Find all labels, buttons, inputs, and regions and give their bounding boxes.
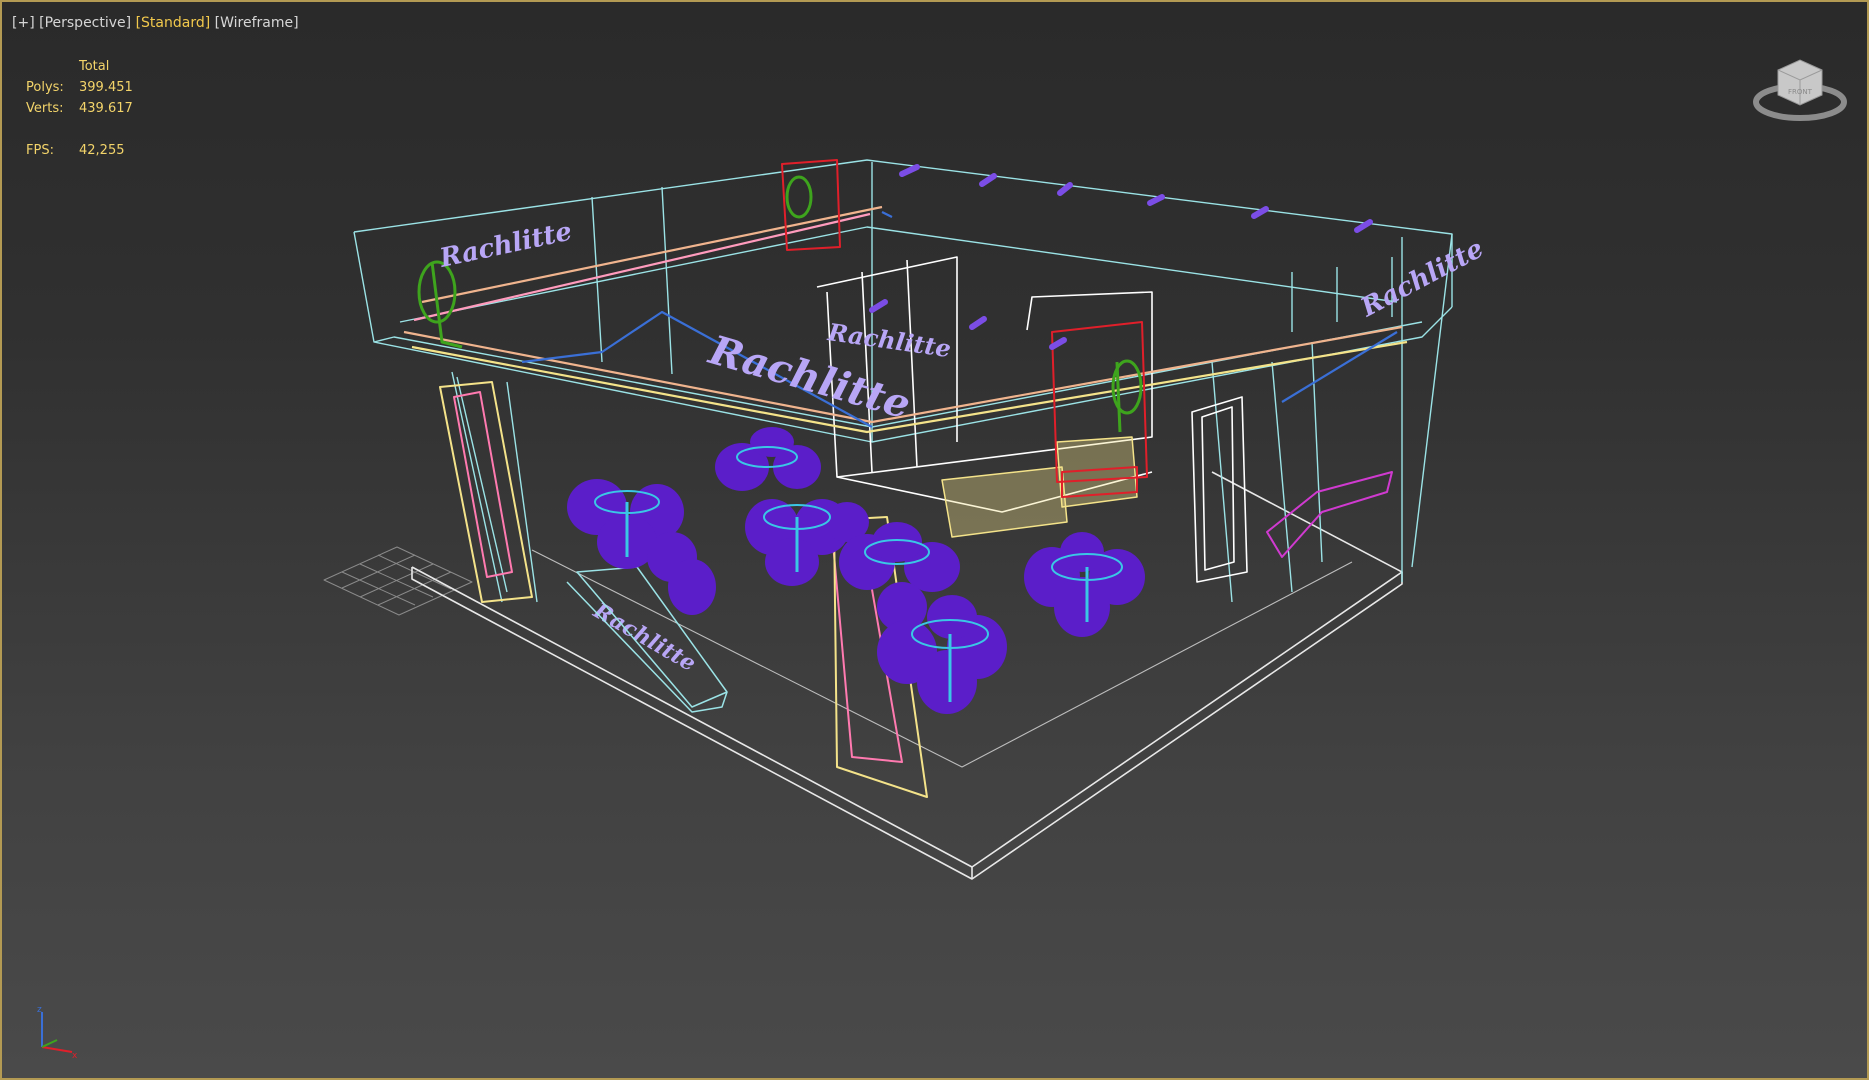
viewcube-face-label: FRONT	[1788, 88, 1813, 96]
viewcube[interactable]: FRONT	[1750, 50, 1850, 130]
signage-text-left: Rachlitte	[436, 217, 574, 274]
wireframe-scene[interactable]: Rachlitte Rachlitte Rachlitte Rachlitte …	[2, 2, 1867, 1078]
signage-text-center: Rachlitte	[825, 317, 953, 363]
signage-text-right: Rachlitte	[1355, 234, 1488, 324]
3d-viewport[interactable]: [+] [Perspective] [Standard] [Wireframe]…	[0, 0, 1869, 1080]
home-grid	[323, 546, 473, 616]
table-set-1	[567, 479, 716, 615]
axis-z-label: z	[37, 1005, 42, 1015]
axis-tripod-icon: z x	[37, 1005, 78, 1061]
table-set-2	[715, 427, 821, 491]
table-set-6	[1024, 532, 1145, 637]
axis-x-label: x	[72, 1051, 78, 1061]
ceiling-spotlights	[869, 164, 1373, 350]
